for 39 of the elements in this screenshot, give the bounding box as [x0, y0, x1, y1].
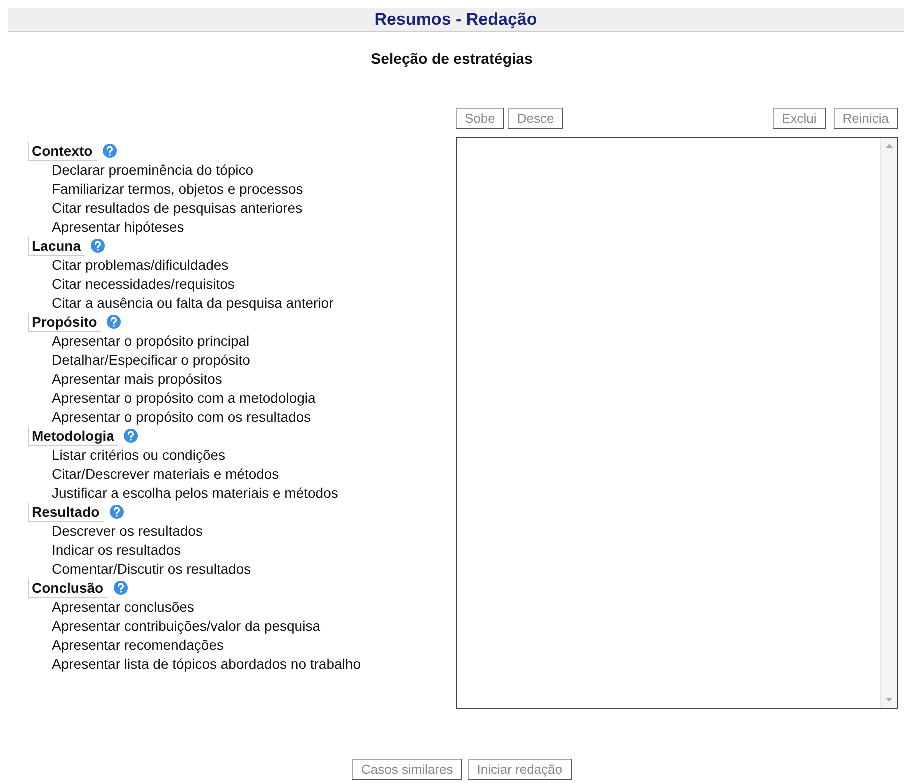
- strategy-item[interactable]: Apresentar mais propósitos: [28, 370, 456, 388]
- scroll-up-icon[interactable]: [886, 144, 892, 148]
- strategy-item[interactable]: Citar/Descrever materiais e métodos: [28, 464, 456, 484]
- section-title: Seleção de estratégias: [370, 50, 534, 70]
- category-label[interactable]: Resultado: [28, 502, 104, 522]
- help-icon[interactable]: [91, 239, 106, 253]
- category-label[interactable]: Lacuna: [28, 236, 86, 256]
- strategy-item[interactable]: Apresentar lista de tópicos abordados no trabalho: [28, 654, 456, 674]
- strategy-item[interactable]: Declarar proeminência do tópico: [28, 160, 456, 180]
- help-icon[interactable]: [124, 429, 138, 443]
- strategy-item[interactable]: Justificar a escolha pelos materiais e métodos: [28, 484, 456, 502]
- category-label[interactable]: Contexto: [28, 142, 97, 160]
- strategy-item[interactable]: Citar problemas/dificuldades: [28, 256, 456, 274]
- strategy-item[interactable]: Descrever os resultados: [28, 522, 456, 540]
- category-label[interactable]: Metodologia: [28, 426, 118, 446]
- category-label[interactable]: Conclusão: [28, 578, 108, 598]
- strategy-item[interactable]: Apresentar conclusões: [28, 598, 456, 616]
- strategy-item[interactable]: Listar critérios ou condições: [28, 446, 456, 464]
- category-label[interactable]: Propósito: [28, 312, 102, 332]
- strategy-item[interactable]: Detalhar/Especificar o propósito: [28, 350, 456, 370]
- help-icon[interactable]: [107, 315, 122, 329]
- strategy-item[interactable]: Citar necessidades/requisitos: [28, 274, 456, 294]
- strategy-item[interactable]: Apresentar contribuições/valor da pesquisa: [28, 616, 456, 636]
- scroll-down-icon[interactable]: [886, 698, 892, 702]
- strategy-item[interactable]: Apresentar recomendações: [28, 636, 456, 654]
- strategy-item[interactable]: Familiarizar termos, objetos e processos: [28, 180, 456, 198]
- scrollbar[interactable]: [880, 138, 897, 708]
- strategy-item[interactable]: Indicar os resultados: [28, 540, 456, 560]
- help-icon[interactable]: [102, 144, 117, 158]
- strategy-item[interactable]: Apresentar hipóteses: [28, 218, 456, 236]
- strategy-item[interactable]: Apresentar o propósito com a metodologia: [28, 388, 456, 408]
- help-icon[interactable]: [110, 505, 124, 519]
- help-icon[interactable]: [114, 581, 128, 595]
- strategy-item[interactable]: Citar a ausência ou falta da pesquisa anterior: [28, 294, 456, 312]
- strategy-item[interactable]: Citar resultados de pesquisas anteriores: [28, 198, 456, 218]
- strategy-item[interactable]: Apresentar o propósito com os resultados: [28, 408, 456, 426]
- strategy-item[interactable]: Apresentar o propósito principal: [28, 332, 456, 350]
- strategy-item[interactable]: Comentar/Discutir os resultados: [28, 560, 456, 578]
- page-title: Resumos - Redação: [374, 8, 538, 31]
